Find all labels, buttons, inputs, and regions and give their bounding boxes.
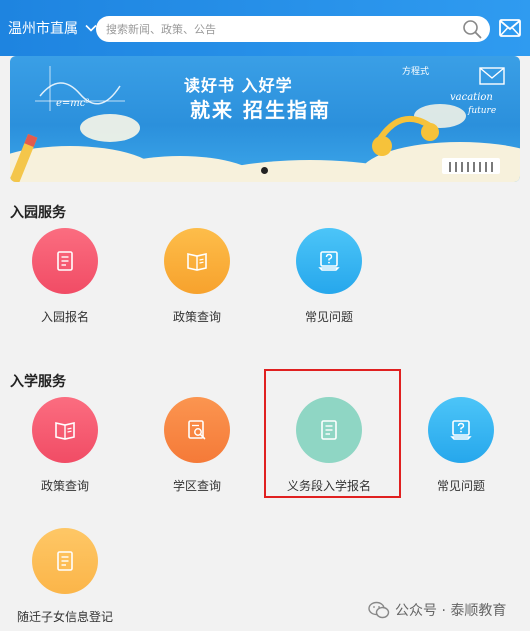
- service-icon-circle[interactable]: [296, 228, 362, 294]
- question-icon: [318, 251, 340, 271]
- banner-doodle-equation: 方程式: [402, 67, 430, 77]
- watermark-text: 公众号 · 泰顺教育: [395, 603, 507, 619]
- search-input[interactable]: [106, 22, 436, 36]
- service-kindergarten-enroll[interactable]: 入园报名: [0, 228, 130, 325]
- region-selector[interactable]: 温州市直属: [8, 17, 98, 39]
- form-icon: [57, 551, 73, 571]
- service-icon-circle[interactable]: [32, 528, 98, 594]
- section-title-kindergarten: 入园服务: [10, 205, 66, 221]
- service-icon-circle[interactable]: [164, 397, 230, 463]
- service-label: 学区查询: [172, 479, 221, 493]
- banner-headline: 读好书 入好学: [184, 76, 293, 95]
- book-icon: [187, 253, 207, 271]
- service-kindergarten-policy[interactable]: 政策查询: [132, 228, 262, 325]
- service-label: 入园报名: [40, 310, 89, 324]
- service-kindergarten-faq[interactable]: 常见问题: [264, 228, 394, 325]
- search-icon[interactable]: [462, 19, 482, 39]
- service-school-faq[interactable]: 常见问题: [396, 397, 526, 494]
- service-icon-circle[interactable]: [32, 397, 98, 463]
- banner-doodle-formula: e=mc²: [56, 98, 90, 109]
- service-icon-circle[interactable]: [428, 397, 494, 463]
- highlight-box: [264, 369, 401, 498]
- book-icon: [55, 422, 75, 440]
- banner-doodle-future: future: [468, 106, 497, 116]
- wechat-icon: [368, 601, 390, 619]
- service-icon-circle[interactable]: [32, 228, 98, 294]
- service-label: 常见问题: [304, 310, 353, 324]
- service-label: 随迁子女信息登记: [16, 610, 113, 624]
- question-icon: [450, 420, 472, 440]
- top-bar: 温州市直属: [0, 0, 530, 56]
- region-label: 温州市直属: [8, 21, 78, 37]
- service-school-policy[interactable]: 政策查询: [0, 397, 130, 494]
- banner-doodle-vacation: vacation: [450, 92, 493, 103]
- service-label: 政策查询: [172, 310, 221, 324]
- service-migrant-children-register[interactable]: 随迁子女信息登记: [0, 528, 130, 625]
- service-label: 常见问题: [436, 479, 485, 493]
- carousel-indicator[interactable]: [261, 167, 268, 174]
- service-school-district[interactable]: 学区查询: [132, 397, 262, 494]
- service-label: 政策查询: [40, 479, 89, 493]
- mail-icon[interactable]: [499, 19, 521, 37]
- promo-banner[interactable]: 读好书 入好学 就来 招生指南 e=mc² vacation future 方程…: [10, 56, 520, 182]
- form-icon: [57, 251, 73, 271]
- search-doc-icon: [188, 420, 206, 440]
- section-title-school: 入学服务: [10, 374, 66, 390]
- banner-subheadline: 就来 招生指南: [190, 98, 331, 122]
- search-bar[interactable]: [96, 16, 490, 42]
- service-icon-circle[interactable]: [164, 228, 230, 294]
- watermark: 公众号 · 泰顺教育: [368, 600, 506, 620]
